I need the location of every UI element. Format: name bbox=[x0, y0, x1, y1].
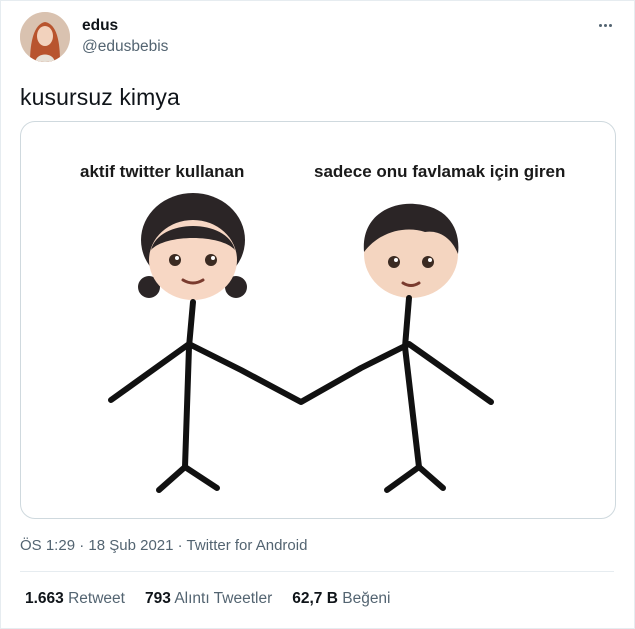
retweet-stat[interactable]: 1.663 Retweet bbox=[25, 590, 125, 608]
like-stat[interactable]: 62,7 B Beğeni bbox=[292, 590, 390, 608]
quote-label: Alıntı Tweetler bbox=[174, 590, 273, 607]
author-avatar[interactable] bbox=[20, 12, 70, 62]
tweet-timestamp[interactable]: ÖS 1:29 · 18 Şub 2021 · Twitter for Andr… bbox=[20, 537, 307, 554]
tweet-source[interactable]: Twitter for Android bbox=[187, 537, 308, 554]
tweet-date[interactable]: 18 Şub 2021 bbox=[88, 537, 173, 554]
tweet-text: kusursuz kimya bbox=[20, 84, 180, 110]
stick-bodies bbox=[108, 295, 494, 493]
user-avatar-icon bbox=[20, 12, 70, 62]
stick-figures-illustration bbox=[108, 193, 494, 493]
like-count: 62,7 B bbox=[292, 590, 338, 607]
tweet-stats: 1.663 Retweet 793 Alıntı Tweetler 62,7 B… bbox=[25, 590, 391, 608]
like-label: Beğeni bbox=[342, 590, 391, 607]
author-display-name[interactable]: edus bbox=[82, 17, 118, 35]
dot-separator: · bbox=[177, 537, 183, 554]
tweet-media-image[interactable]: aktif twitter kullanan sadece onu favlam… bbox=[20, 121, 616, 519]
boy-figure-icon bbox=[363, 203, 459, 298]
girl-figure-icon bbox=[138, 193, 247, 300]
tweet-time[interactable]: ÖS 1:29 bbox=[20, 537, 75, 554]
retweet-label: Retweet bbox=[68, 590, 125, 607]
more-options-icon[interactable] bbox=[594, 16, 616, 34]
author-handle[interactable]: @edusbebis bbox=[82, 38, 168, 56]
retweet-count: 1.663 bbox=[25, 590, 64, 607]
quote-count: 793 bbox=[144, 590, 171, 607]
dot-separator: · bbox=[79, 537, 85, 554]
quote-stat[interactable]: 793 Alıntı Tweetler bbox=[145, 590, 272, 608]
divider bbox=[20, 571, 614, 572]
